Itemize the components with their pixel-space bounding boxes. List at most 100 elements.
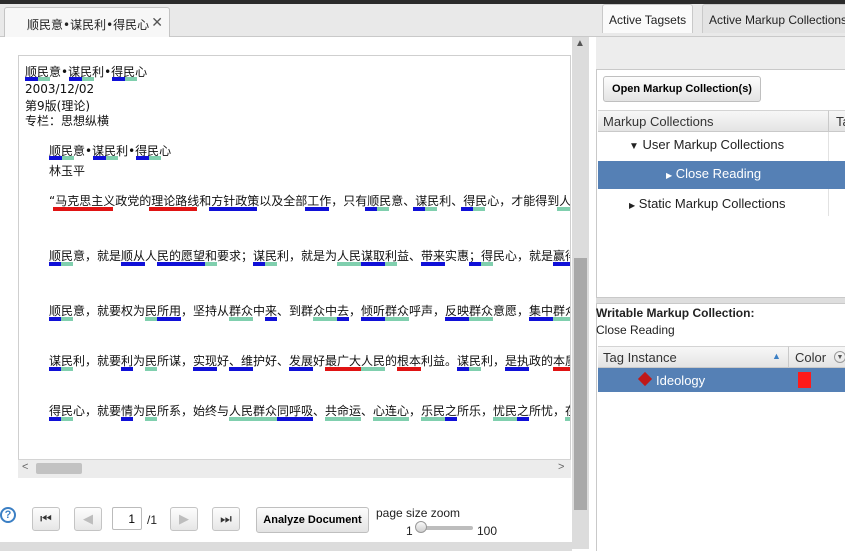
markup-underline [69, 77, 82, 81]
zoom-slider-handle[interactable] [414, 521, 427, 533]
first-page-icon: ⏮ [40, 511, 52, 526]
markup-underline [289, 367, 313, 371]
tree-item-user-markup-collections[interactable]: ▼ User Markup Collections [629, 137, 784, 152]
markup-underline [61, 317, 73, 321]
markup-underline [106, 156, 118, 160]
markup-underline [529, 317, 553, 321]
markup-underline [82, 77, 94, 81]
markup-underline [445, 317, 469, 321]
markup-underline [49, 367, 61, 371]
zoom-max-label: 100 [477, 524, 498, 538]
doc-author: 林玉平 [49, 164, 86, 178]
color-header-label: Color [795, 350, 827, 365]
tag-color-swatch [798, 372, 811, 388]
document-tab-title: 顺民意•谋民利•得民心 [27, 18, 150, 32]
markup-underline [373, 417, 409, 421]
sort-ascending-icon[interactable]: ▲ [772, 351, 781, 361]
markup-underline [325, 367, 361, 371]
next-page-icon: ▶ [179, 511, 189, 526]
previous-page-button[interactable]: ◀ [74, 507, 102, 531]
expanded-arrow-icon[interactable]: ▼ [629, 141, 639, 152]
markup-underline [325, 417, 361, 421]
markup-underline [62, 156, 74, 160]
markup-underline [313, 317, 337, 321]
markup-underline [49, 417, 61, 421]
tag-column-header[interactable]: Ta [828, 110, 845, 132]
scroll-left-icon[interactable]: < [22, 461, 28, 473]
markup-underline [149, 207, 197, 211]
document-tab[interactable]: 顺民意•谋民利•得民心 ✕ [4, 7, 170, 37]
markup-underline [61, 367, 73, 371]
horizontal-scroll-thumb[interactable] [36, 463, 82, 474]
markup-underline [205, 262, 217, 266]
markup-underline [337, 262, 361, 266]
collapsed-arrow-icon[interactable]: ▶ [666, 171, 672, 180]
markup-underline [53, 207, 113, 211]
column-menu-icon[interactable]: ▼ [834, 351, 845, 363]
zoom-label: page size zoom [376, 506, 461, 520]
markup-underline [469, 317, 493, 321]
markup-underline [136, 156, 149, 160]
markup-underline [385, 262, 397, 266]
first-page-button[interactable]: ⏮ [32, 507, 60, 531]
markup-underline [421, 262, 445, 266]
tree-item-static-markup-collections[interactable]: ▶ Static Markup Collections [629, 196, 785, 211]
document-horizontal-scrollbar[interactable] [18, 459, 571, 478]
markup-underline [553, 367, 570, 371]
markup-underline [112, 77, 125, 81]
tree-item-close-reading[interactable]: ▶ Close Reading [666, 166, 761, 181]
markup-underline [517, 417, 529, 421]
markup-underline [209, 207, 257, 211]
markup-underline [149, 156, 161, 160]
markup-underline [157, 262, 205, 266]
markup-underline [229, 417, 277, 421]
document-text-panel[interactable]: 顺民意•谋民利•得民心 2003/12/02 第9版(理论) 专栏：思想纵横 顺… [18, 55, 571, 478]
markup-underline [38, 77, 50, 81]
color-column-header[interactable]: Color ▼ [788, 346, 845, 368]
markup-underline [121, 417, 133, 421]
tab-active-tagsets[interactable]: Active Tagsets [602, 4, 694, 33]
markup-underline [473, 207, 485, 211]
vertical-scroll-thumb[interactable] [574, 258, 587, 510]
markup-underline [361, 367, 385, 371]
markup-underline [413, 207, 425, 211]
page-number-input[interactable] [112, 507, 142, 530]
last-page-button[interactable]: ⏭ [212, 507, 240, 531]
help-icon[interactable]: ? [0, 507, 16, 523]
markup-underline [305, 207, 329, 211]
markup-underline [121, 262, 145, 266]
analyze-document-button[interactable]: Analyze Document [256, 507, 369, 533]
tag-instance-header-label: Tag Instance [603, 350, 677, 365]
close-icon[interactable]: ✕ [151, 14, 163, 31]
markup-underline [553, 317, 570, 321]
markup-underline [93, 156, 106, 160]
zoom-min-label: 1 [406, 524, 413, 538]
collections-column-header[interactable]: Markup Collections [598, 110, 828, 132]
bottom-scrollbar[interactable] [0, 542, 572, 551]
scroll-right-icon[interactable]: > [558, 461, 564, 473]
next-page-button[interactable]: ▶ [170, 507, 198, 531]
scroll-up-icon[interactable]: ▲ [575, 38, 585, 49]
markup-underline [265, 262, 277, 266]
markup-underline [145, 367, 157, 371]
markup-underline [253, 262, 265, 266]
previous-page-icon: ◀ [83, 511, 93, 526]
doc-column: 专栏：思想纵横 [25, 114, 110, 128]
markup-underline [425, 207, 437, 211]
panel-splitter[interactable] [596, 297, 845, 304]
collapsed-arrow-icon[interactable]: ▶ [629, 201, 635, 210]
tab-active-markup-collections[interactable]: Active Markup Collections [702, 4, 845, 33]
markup-underline [361, 317, 385, 321]
tree-item-label: Close Reading [675, 166, 762, 181]
tag-instance-column-header[interactable]: Tag Instance ▲ [598, 346, 788, 368]
markup-underline [49, 262, 61, 266]
markup-underline [557, 207, 570, 211]
markup-underline [145, 317, 157, 321]
markup-underline [229, 367, 253, 371]
doc-date: 2003/12/02 [25, 82, 95, 96]
markup-underline [361, 262, 385, 266]
markup-underline [421, 417, 445, 421]
markup-underline [493, 417, 517, 421]
markup-underline [457, 367, 469, 371]
open-markup-collection-button[interactable]: Open Markup Collection(s) [603, 76, 761, 102]
